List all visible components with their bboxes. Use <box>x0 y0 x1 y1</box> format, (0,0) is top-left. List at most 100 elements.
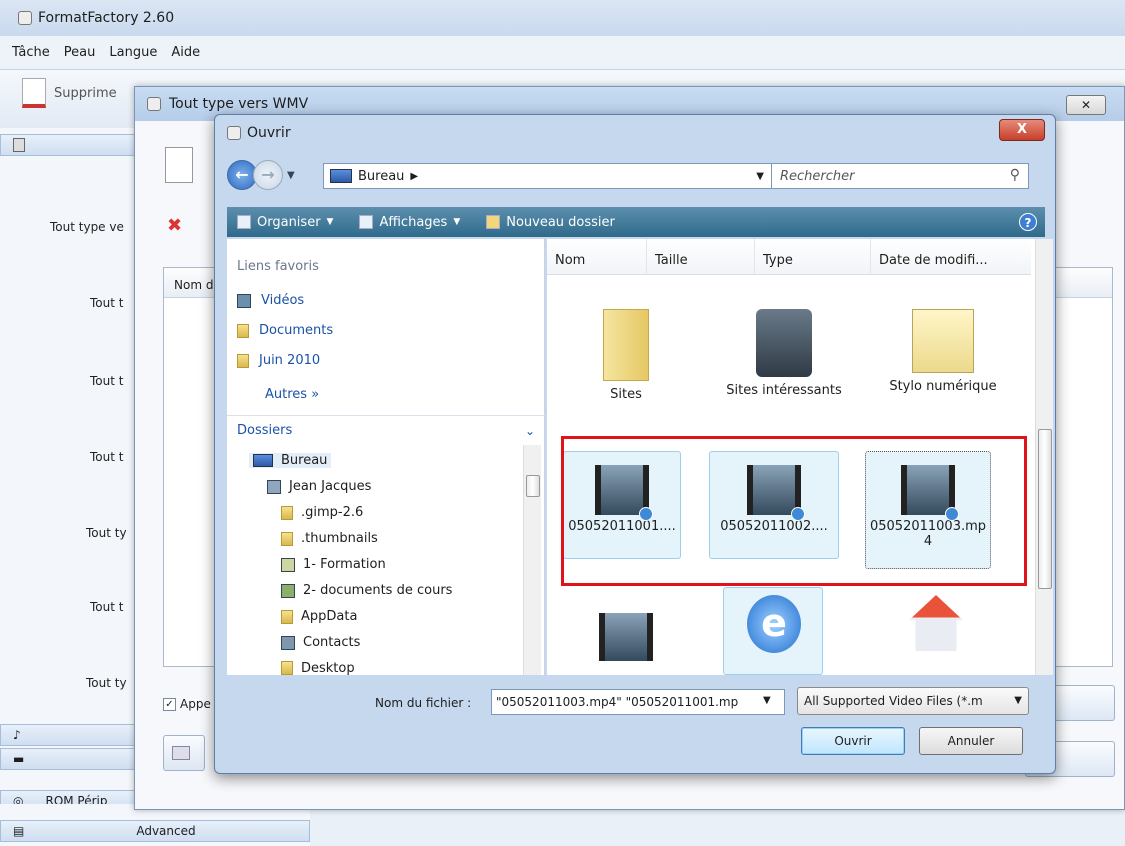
file-scrollbar[interactable] <box>1035 239 1053 675</box>
command-bar: Organiser ▼ Affichages ▼ Nouveau dossier… <box>227 207 1045 237</box>
video-section-header[interactable] <box>0 134 140 156</box>
filename-input[interactable]: "05052011003.mp4" "05052011001.mp <box>491 689 785 715</box>
search-input[interactable]: Rechercher ⚲ <box>771 163 1029 189</box>
desktop-icon <box>253 454 273 467</box>
chevron-down-icon: ⌄ <box>524 423 535 438</box>
advanced-icon: ▤ <box>13 824 25 838</box>
organize-label: Organiser <box>257 214 321 230</box>
sidebar: Tout type ve Tout t Tout t Tout t Tout t… <box>0 128 140 846</box>
sidebar-item-2[interactable]: Tout t <box>90 374 123 388</box>
tree-item-desktop[interactable]: Desktop <box>281 661 355 675</box>
selection-annotation-box <box>561 436 1027 586</box>
image-section-header[interactable]: ▬ <box>0 748 140 770</box>
item-home-shortcut[interactable] <box>877 595 995 657</box>
address-dropdown-icon[interactable]: ▼ <box>756 171 764 182</box>
delete-label: Supprime <box>54 85 117 101</box>
filename-dropdown-icon[interactable]: ▼ <box>763 695 771 706</box>
folders-header[interactable]: Dossiers ⌄ <box>227 415 545 445</box>
item-sites-interessants[interactable]: Sites intéressants <box>719 309 849 398</box>
menu-tache[interactable]: Tâche <box>12 45 50 60</box>
favorite-documents[interactable]: Documents <box>237 323 333 338</box>
recent-dropdown-icon[interactable]: ▼ <box>287 170 295 181</box>
delete-button[interactable]: Supprime <box>22 78 117 108</box>
forward-button[interactable]: → <box>253 160 283 190</box>
app-title: FormatFactory 2.60 <box>38 10 175 26</box>
favorites-header: Liens favoris <box>237 259 319 274</box>
organize-button[interactable]: Organiser ▼ <box>237 215 333 230</box>
more-favorites-link[interactable]: Autres » <box>265 387 319 402</box>
sidebar-item-4[interactable]: Tout ty <box>86 526 127 540</box>
video-folder-icon <box>237 293 251 308</box>
breadcrumb-arrow-icon[interactable]: ▶ <box>410 171 418 182</box>
search-icon[interactable]: ⚲ <box>1010 167 1020 183</box>
filetype-select[interactable]: All Supported Video Files (*.m ▼ <box>797 687 1029 715</box>
wmv-title: Tout type vers WMV <box>169 96 309 112</box>
sidebar-item-any-to[interactable]: Tout type ve <box>50 220 124 234</box>
audio-section-header[interactable]: ♪ <box>0 724 140 746</box>
search-placeholder: Rechercher <box>780 168 855 184</box>
close-button[interactable]: X <box>999 119 1045 141</box>
more-label: Autres <box>265 387 308 402</box>
item-sites[interactable]: Sites <box>567 309 685 402</box>
tree-item-contacts[interactable]: Contacts <box>281 635 360 650</box>
help-icon[interactable]: ? <box>1019 213 1037 231</box>
tree-item-thumbnails[interactable]: .thumbnails <box>281 531 378 546</box>
wmv-format-icon <box>165 147 193 183</box>
views-dropdown-icon: ▼ <box>453 217 461 227</box>
home-icon <box>909 595 963 651</box>
tree-item-jean-jacques[interactable]: Jean Jacques <box>267 479 371 494</box>
menu-peau[interactable]: Peau <box>64 45 96 60</box>
new-folder-button[interactable]: Nouveau dossier <box>486 215 615 230</box>
cancel-button[interactable]: Annuler <box>919 727 1023 755</box>
file-scroll-thumb[interactable] <box>1038 429 1052 589</box>
tree-scrollbar[interactable] <box>523 445 541 675</box>
sidebar-item-1[interactable]: Tout t <box>90 296 123 310</box>
item-label: Sites intéressants <box>726 383 842 398</box>
address-bar[interactable]: Bureau ▶ ▼ <box>323 163 773 189</box>
remove-icon[interactable]: ✖ <box>167 215 182 236</box>
item-stylo-numerique[interactable]: Stylo numérique <box>875 309 1011 394</box>
favorite-videos-label: Vidéos <box>261 293 305 308</box>
item-internet-explorer[interactable]: e <box>715 595 833 659</box>
tree-item-formation[interactable]: 1- Formation <box>281 557 386 572</box>
favorite-videos[interactable]: Vidéos <box>237 293 304 308</box>
column-name[interactable]: Nom <box>547 239 647 274</box>
folder-icon <box>237 353 249 368</box>
filename-label: Nom du fichier : <box>375 696 472 710</box>
sidebar-item-3[interactable]: Tout t <box>90 450 123 464</box>
navigation-pane: Liens favoris Vidéos Documents Juin 2010… <box>227 239 545 675</box>
organize-dropdown-icon: ▼ <box>326 217 334 227</box>
append-checkbox[interactable]: ✓ Appe <box>163 697 211 711</box>
tree-item-documents-cours[interactable]: 2- documents de cours <box>281 583 452 598</box>
item-video-shortcut[interactable] <box>567 603 685 665</box>
tree-label: 2- documents de cours <box>303 583 453 598</box>
internet-explorer-icon: e <box>747 595 801 653</box>
open-button[interactable]: Ouvrir <box>801 727 905 755</box>
views-button[interactable]: Affichages ▼ <box>359 215 460 230</box>
column-size[interactable]: Taille <box>647 239 755 274</box>
tree-item-bureau[interactable]: Bureau <box>249 453 332 468</box>
views-icon <box>359 215 374 229</box>
menu-aide[interactable]: Aide <box>171 45 200 60</box>
tree-scroll-thumb[interactable] <box>526 475 540 497</box>
tree-label: Jean Jacques <box>289 479 372 494</box>
advanced-section-header[interactable]: ▤ Advanced <box>0 820 310 842</box>
tree-item-gimp[interactable]: .gimp-2.6 <box>281 505 363 520</box>
tree-label: .thumbnails <box>301 531 378 546</box>
folder-icon <box>603 309 649 381</box>
shared-folder-icon <box>281 583 295 598</box>
video-file-icon <box>599 613 653 661</box>
menu-langue[interactable]: Langue <box>109 45 157 60</box>
desktop-icon <box>330 169 352 183</box>
output-folder-button[interactable] <box>163 735 205 771</box>
column-type[interactable]: Type <box>755 239 871 274</box>
sidebar-item-6[interactable]: Tout ty <box>86 676 127 690</box>
wmv-close-button[interactable]: ✕ <box>1066 95 1106 115</box>
filetype-dropdown-icon: ▼ <box>1014 695 1022 706</box>
column-date[interactable]: Date de modifi... <box>871 239 1031 274</box>
open-dialog-title: Ouvrir <box>247 125 291 141</box>
double-chevron-icon: » <box>311 387 320 402</box>
favorite-juin-2010[interactable]: Juin 2010 <box>237 353 320 368</box>
sidebar-item-5[interactable]: Tout t <box>90 600 123 614</box>
tree-item-appdata[interactable]: AppData <box>281 609 357 624</box>
